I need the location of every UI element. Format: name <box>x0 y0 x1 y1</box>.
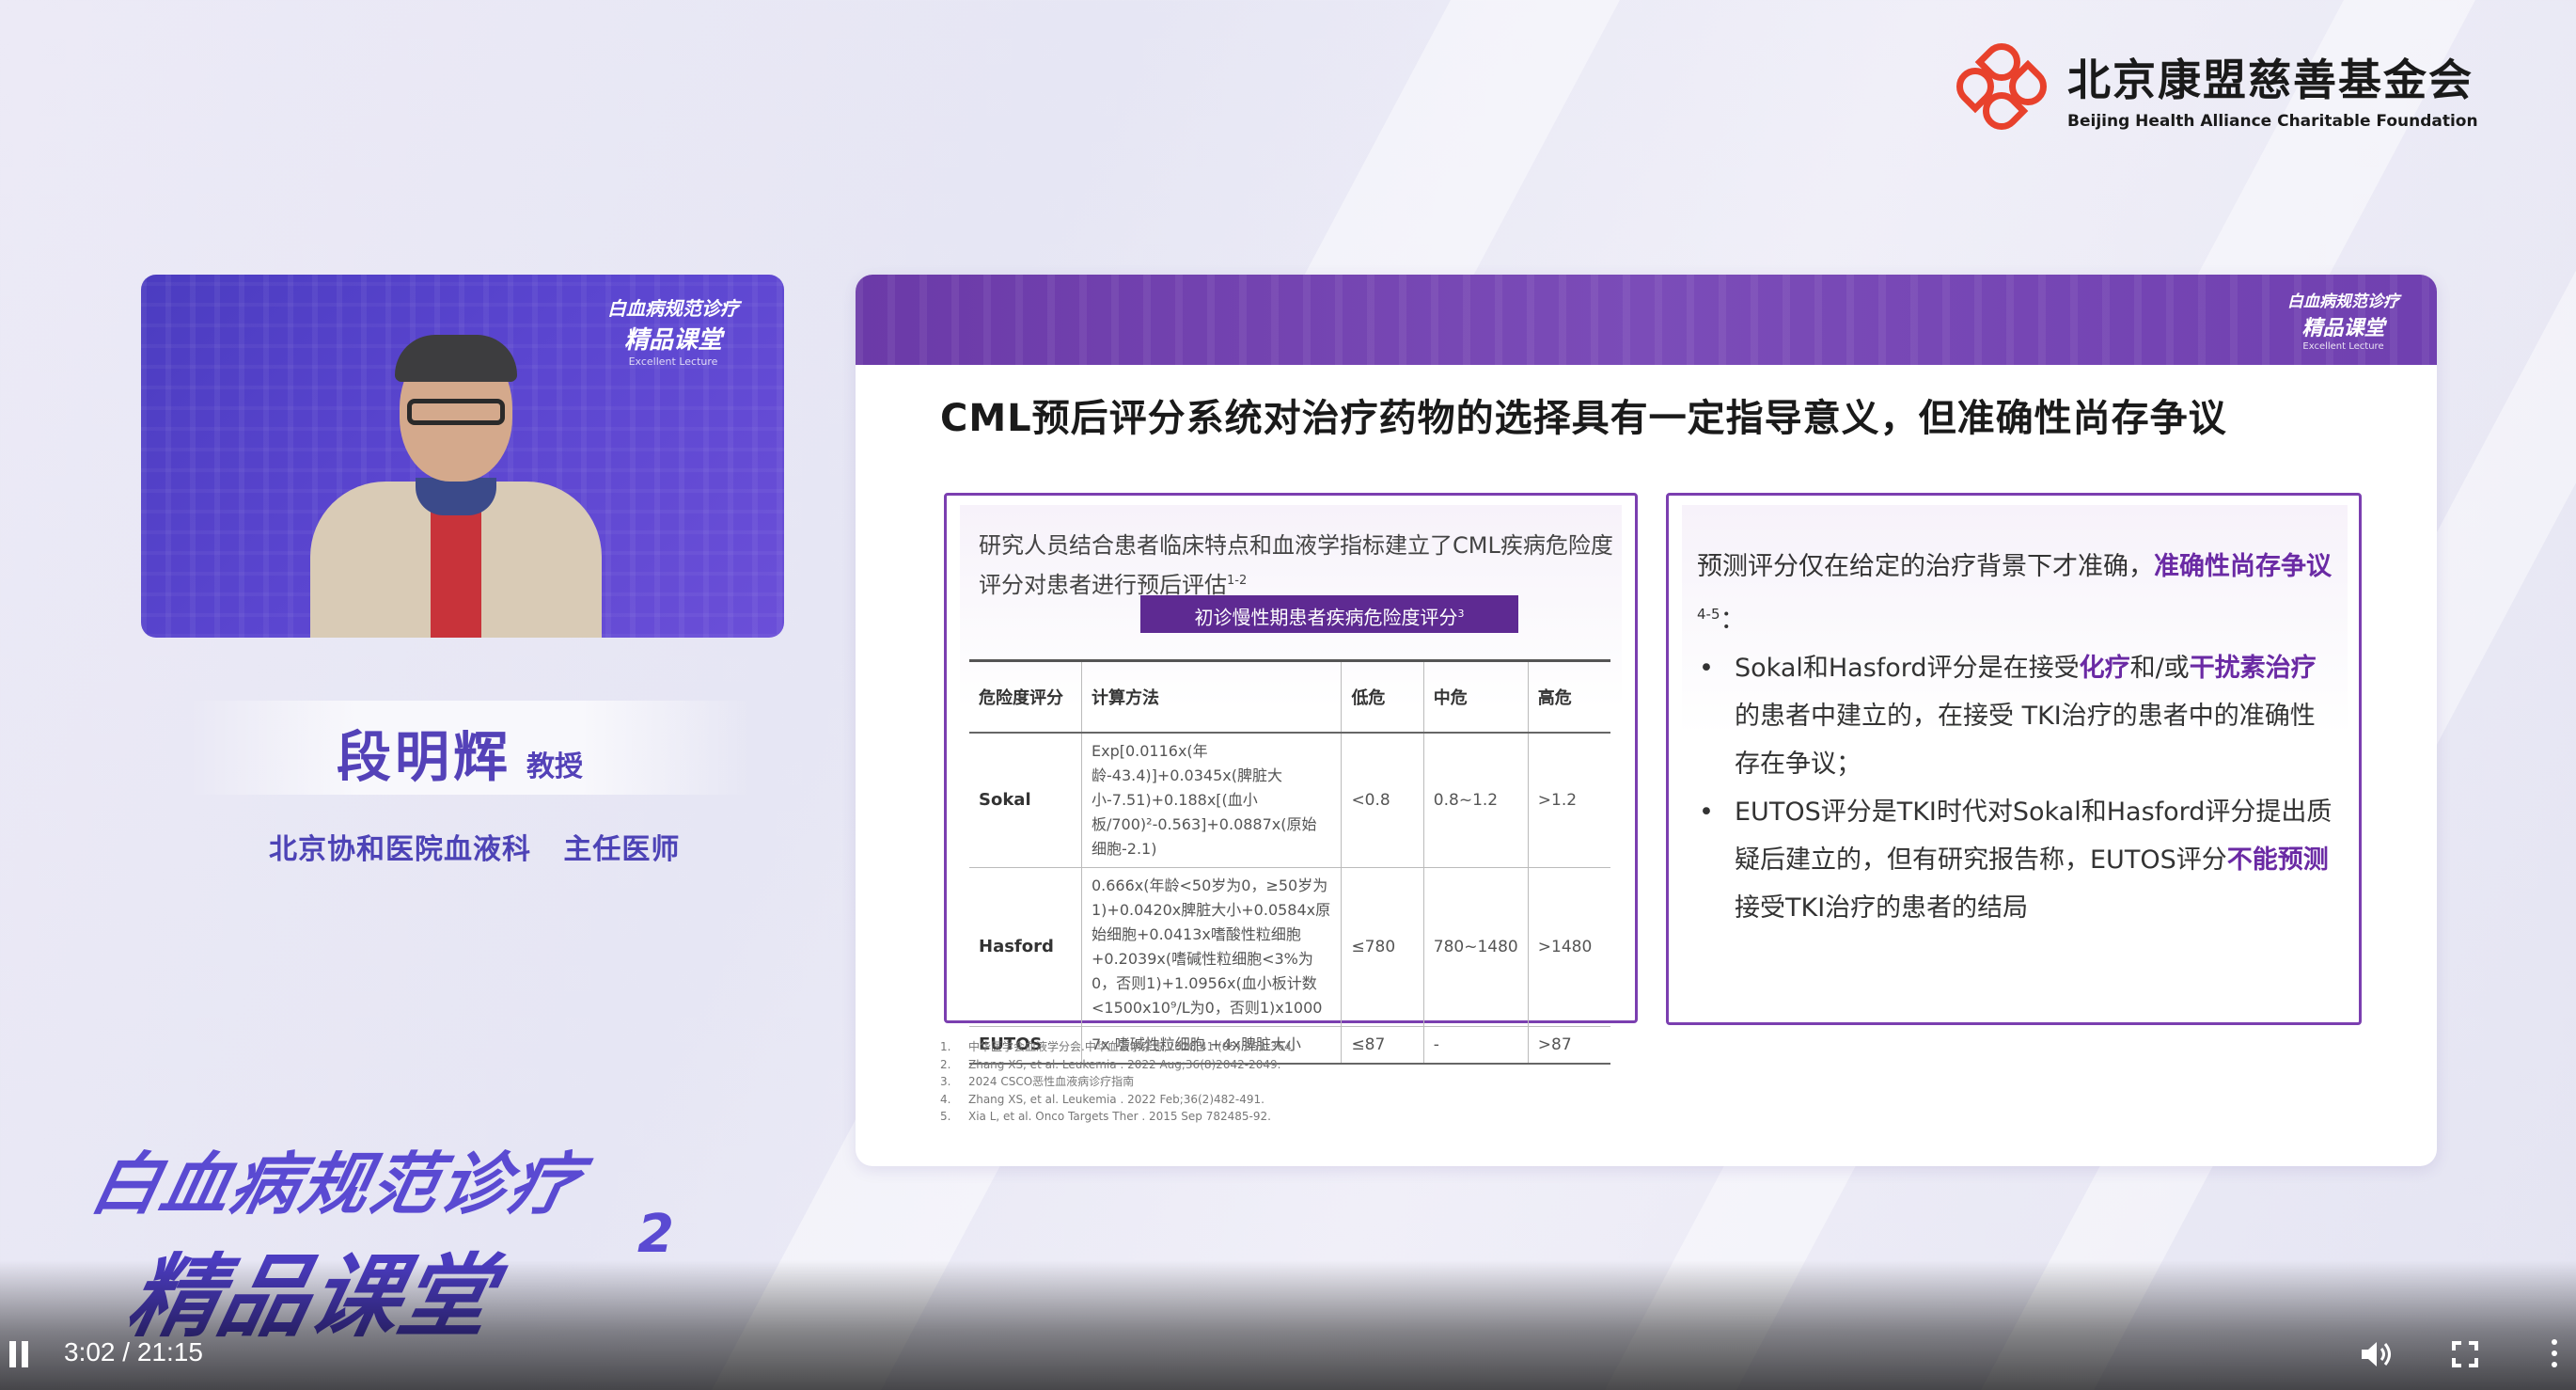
foundation-name-cn: 北京康盟慈善基金会 <box>2067 55 2474 105</box>
presentation-slide: 白血病规范诊疗 精品课堂 Excellent Lecture CML预后评分系统… <box>856 275 2437 1166</box>
table-header: 计算方法 <box>1081 659 1343 734</box>
table-header: 低危 <box>1341 659 1424 734</box>
table-cell: Hasford <box>969 867 1082 1027</box>
foundation-name-en: Beijing Health Alliance Charitable Found… <box>2067 112 2478 131</box>
table-header: 危险度评分 <box>969 659 1082 734</box>
speaker-figure <box>310 335 602 638</box>
table-cell: 780~1480 <box>1423 867 1529 1027</box>
speaker-video: 白血病规范诊疗 精品课堂 Excellent Lecture <box>141 275 784 638</box>
risk-score-panel: 研究人员结合患者临床特点和血液学指标建立了CML疾病危险度评分对患者进行预后评估… <box>944 493 1638 1065</box>
speaker-title: 教授 <box>526 750 583 783</box>
lecture-brand-line1: 白血病规范诊疗 <box>84 1145 589 1224</box>
slide-brand-line3: Excellent Lecture <box>2302 341 2384 352</box>
volume-button[interactable] <box>2360 1339 2394 1369</box>
slide-header: 白血病规范诊疗 精品课堂 Excellent Lecture <box>856 275 2437 365</box>
risk-score-intro: 研究人员结合患者临床特点和血液学指标建立了CML疾病危险度评分对患者进行预后评估… <box>979 532 1613 598</box>
table-header: 中危 <box>1423 659 1529 734</box>
playback-time: 3:02 / 21:15 <box>64 1337 203 1366</box>
speaker-affiliation: 北京协和医院血液科 主任医师 <box>269 833 681 866</box>
reference-item: 2. Zhang XS, et al. Leukemia . 2022 Aug;3… <box>940 1057 1281 1071</box>
slide-brand: 白血病规范诊疗 精品课堂 Excellent Lecture <box>2287 288 2399 352</box>
video-brand-line1: 白血病规范诊疗 <box>607 297 739 320</box>
table-cell: >1.2 <box>1528 732 1610 868</box>
accuracy-panel: 预测评分仅在给定的治疗背景下才准确，准确性尚存争议4-5： Sokal和Hasf… <box>1666 493 2362 1025</box>
pause-button[interactable] <box>9 1341 30 1367</box>
slide-brand-line1: 白血病规范诊疗 <box>2287 292 2399 311</box>
video-brand-line2: 精品课堂 <box>623 326 722 355</box>
accuracy-text: 预测评分仅在给定的治疗背景下才准确，准确性尚存争议4-5： Sokal和Hasf… <box>1697 543 2336 932</box>
references: 1. 中华医学会血液学分会.中华血液学杂志,2020,41 (05) 353-36… <box>940 1038 1295 1126</box>
table-cell: Sokal <box>969 732 1082 868</box>
more-vert-icon <box>2552 1339 2559 1367</box>
player-controls-bar <box>0 1260 2576 1390</box>
table-cell: <0.8 <box>1341 732 1424 868</box>
reference-item: 1. 中华医学会血液学分会.中华血液学杂志,2020,41 (05) 353-36… <box>940 1040 1296 1053</box>
lecture-brand-suffix: 2 <box>637 1204 674 1265</box>
table-row: Hasford 0.666x(年龄<50岁为0，≥50岁为1)+0.0420x脾… <box>969 867 1610 1027</box>
risk-score-table: 危险度评分 计算方法 低危 中危 高危 Sokal Exp[0.0116x(年龄… <box>969 659 1610 1065</box>
risk-table-title: 初诊慢性期患者疾病危险度评分3 <box>1140 595 1518 633</box>
table-cell: Exp[0.0116x(年龄-43.4)]+0.0345x(脾脏大小-7.51)… <box>1081 732 1343 868</box>
table-cell: >87 <box>1528 1026 1610 1065</box>
more-options-button[interactable] <box>2552 1339 2559 1369</box>
table-cell: 0.666x(年龄<50岁为0，≥50岁为1)+0.0420x脾脏大小+0.05… <box>1081 867 1343 1027</box>
table-cell: ≤780 <box>1341 867 1424 1027</box>
accuracy-intro: 预测评分仅在给定的治疗背景下才准确，准确性尚存争议4-5： <box>1697 552 2332 635</box>
video-brand-line3: Excellent Lecture <box>628 355 718 368</box>
table-header: 高危 <box>1528 659 1610 734</box>
bullet-eutos: EUTOS评分是TKI时代对Sokal和Hasford评分提出质疑后建立的，但有… <box>1697 788 2336 932</box>
table-cell: - <box>1423 1026 1529 1065</box>
volume-icon <box>2362 1342 2391 1366</box>
reference-item: 4. Zhang XS, et al. Leukemia . 2022 Feb;3… <box>940 1092 1264 1106</box>
slide-title: CML预后评分系统对治疗药物的选择具有一定指导意义，但准确性尚存争议 <box>940 397 2227 440</box>
fullscreen-button[interactable] <box>2452 1341 2478 1367</box>
slide-brand-line2: 精品课堂 <box>2301 317 2385 340</box>
table-cell: ≤87 <box>1341 1026 1424 1065</box>
reference-item: 5. Xia L, et al. Onco Targets Ther . 2015… <box>940 1110 1271 1123</box>
foundation-heart-icon <box>1948 35 2055 138</box>
table-cell: 0.8~1.2 <box>1423 732 1529 868</box>
video-brand: 白血病规范诊疗 精品课堂 Excellent Lecture <box>607 293 739 368</box>
table-cell: >1480 <box>1528 867 1610 1027</box>
bullet-sokal-hasford: Sokal和Hasford评分是在接受化疗和/或干扰素治疗的患者中建立的，在接受… <box>1697 644 2336 788</box>
reference-item: 3. 2024 CSCO恶性血液病诊疗指南 <box>940 1075 1135 1088</box>
speaker-name: 段明辉 <box>337 725 512 789</box>
table-row: Sokal Exp[0.0116x(年龄-43.4)]+0.0345x(脾脏大小… <box>969 732 1610 868</box>
foundation-logo: 北京康盟慈善基金会 Beijing Health Alliance Charit… <box>1948 35 2478 138</box>
